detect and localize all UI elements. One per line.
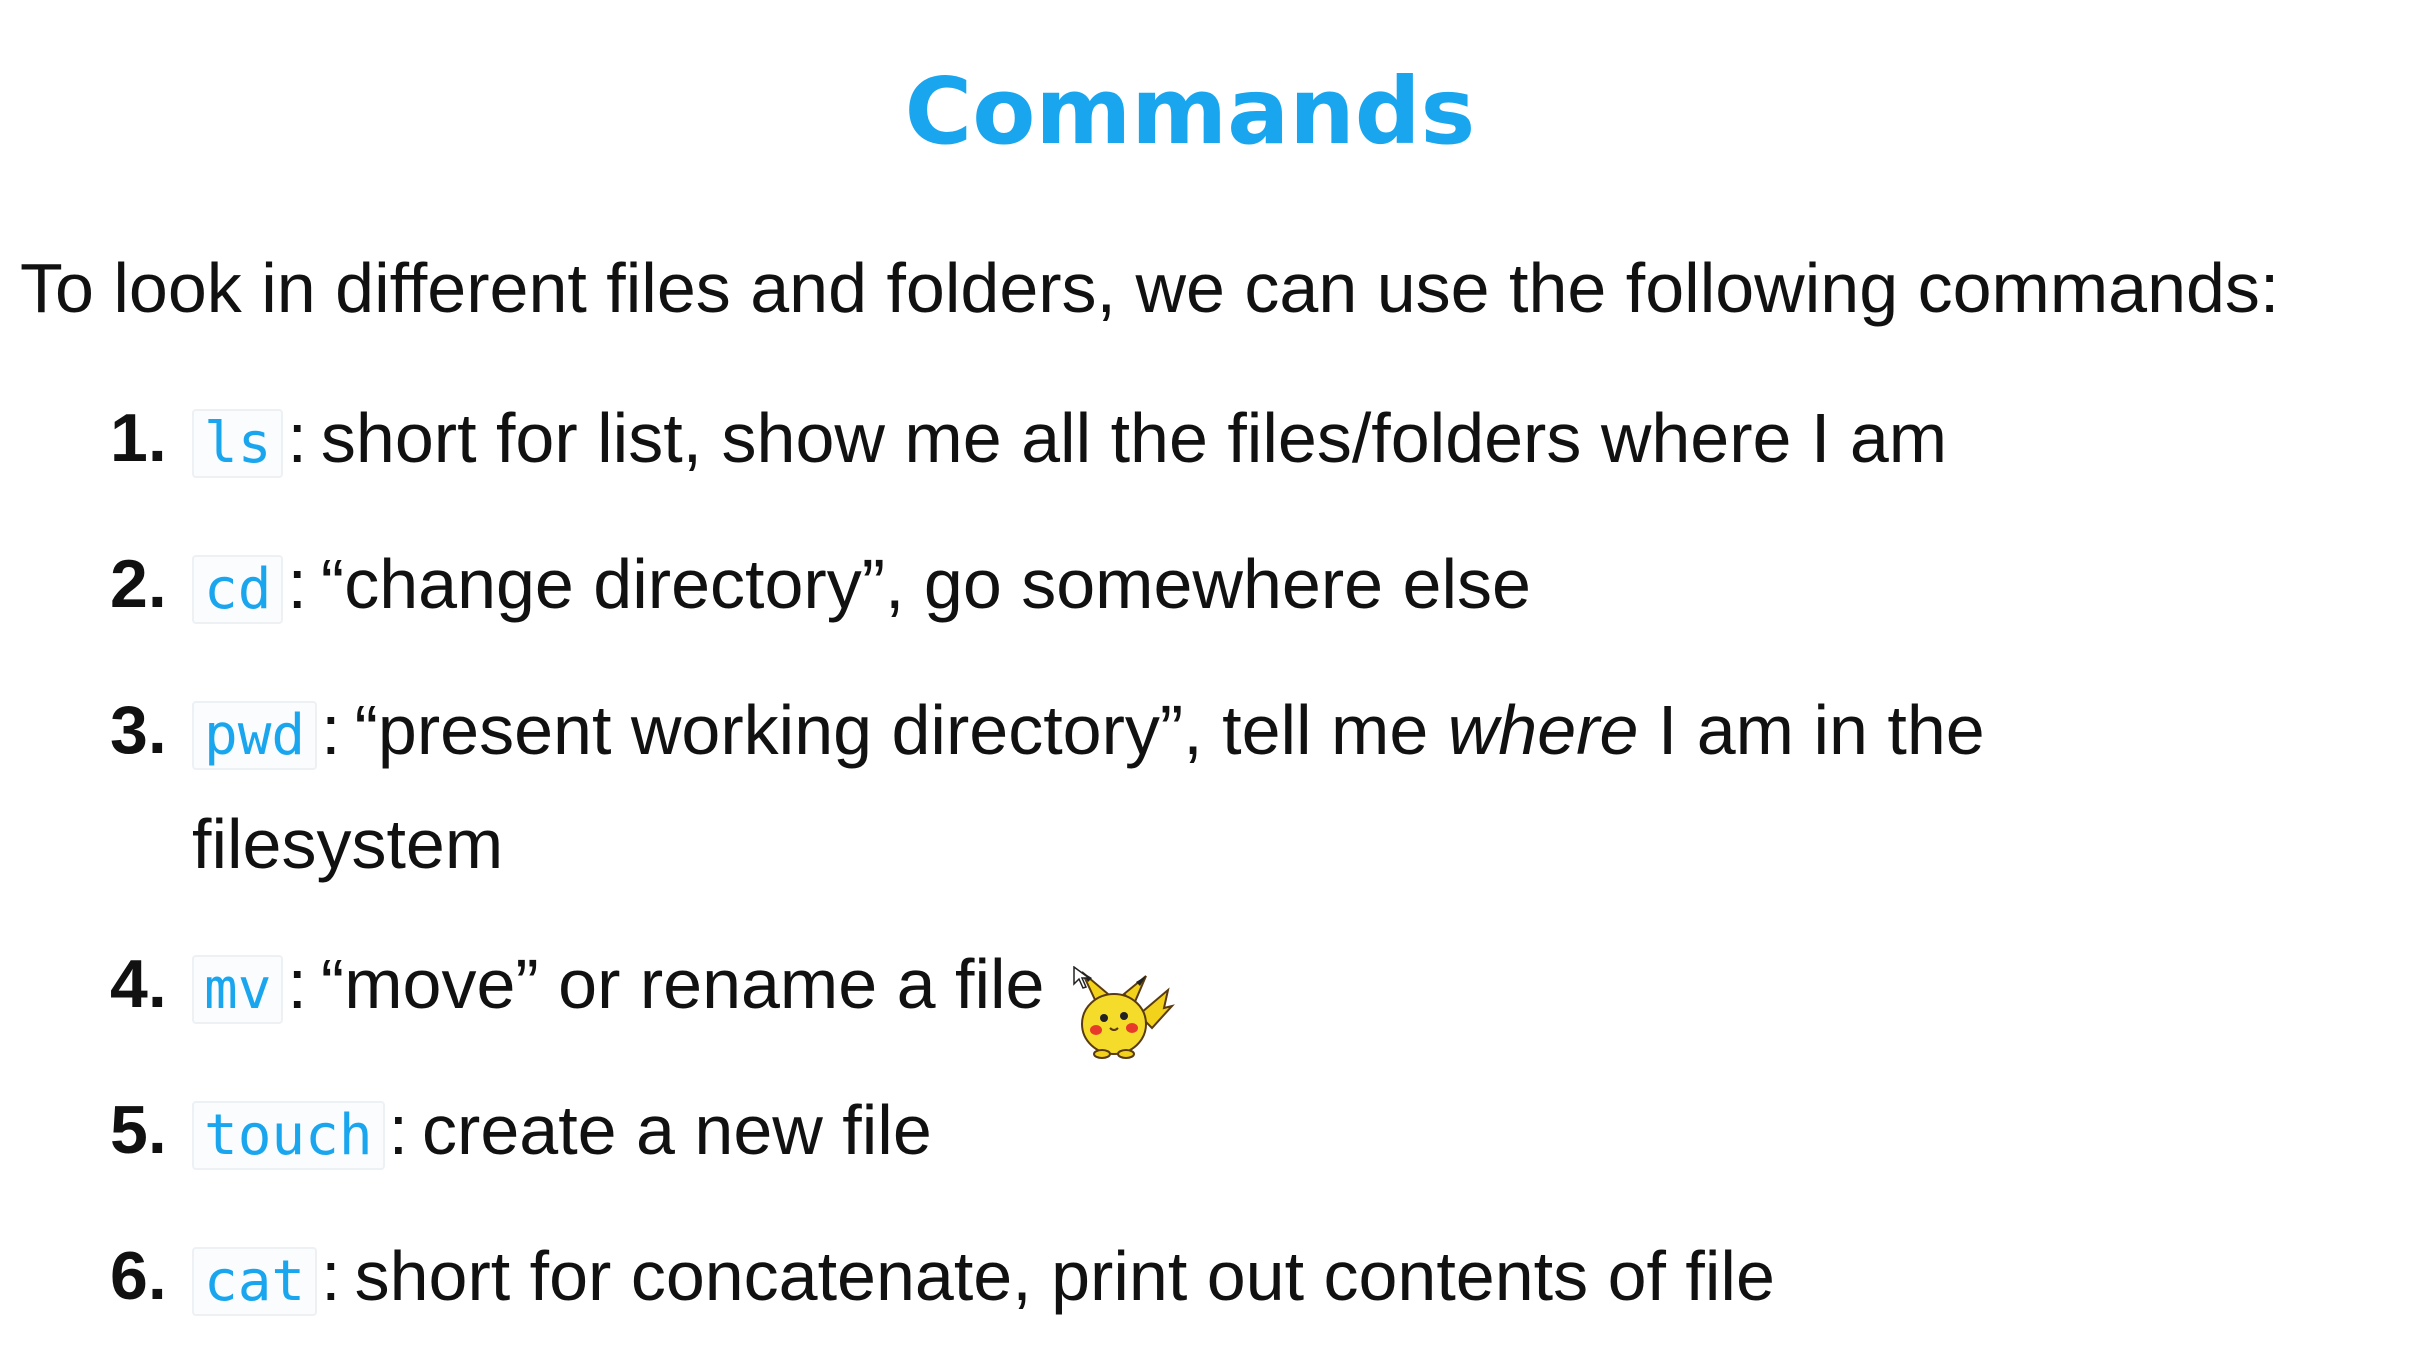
intro-text: To look in different files and folders, … xyxy=(20,249,2280,327)
command-list: 1. ls: short for list, show me all the fi… xyxy=(110,384,2360,1368)
inline-code: pwd xyxy=(192,701,318,770)
item-number: 5. xyxy=(110,1092,167,1168)
inline-code: cat xyxy=(192,1247,318,1316)
item-description: create a new file xyxy=(422,1091,932,1169)
list-item: 6. cat: short for concatenate, print out … xyxy=(110,1222,2360,1336)
item-description: “present working directory”, tell me whe… xyxy=(192,691,1985,883)
list-item: 3. pwd: “present working directory”, tell… xyxy=(110,676,2152,898)
desc-part: “present working directory”, tell me xyxy=(354,691,1448,769)
list-item: 5. touch: create a new file xyxy=(110,1076,2360,1190)
item-description: “move” or rename a file xyxy=(320,945,1045,1023)
item-number: 1. xyxy=(110,400,167,476)
item-description: short for concatenate, print out content… xyxy=(354,1237,1775,1315)
inline-code: cd xyxy=(192,555,284,624)
desc-emphasis: where xyxy=(1447,691,1639,769)
slide: Commands To look in different files and … xyxy=(0,0,2426,1327)
list-item: 2. cd: “change directory”, go somewhere e… xyxy=(110,530,2360,644)
page-title: Commands xyxy=(904,58,1476,165)
item-number: 6. xyxy=(110,1238,167,1314)
inline-code: ls xyxy=(192,409,284,478)
item-description: “change directory”, go somewhere else xyxy=(320,545,1531,623)
list-item: 4. mv: “move” or rename a file xyxy=(110,930,2360,1044)
item-description: short for list, show me all the files/fo… xyxy=(320,399,1948,477)
inline-code: mv xyxy=(192,955,284,1024)
inline-code: touch xyxy=(192,1101,385,1170)
list-item: 1. ls: short for list, show me all the fi… xyxy=(110,384,2360,498)
item-number: 4. xyxy=(110,946,167,1022)
item-number: 2. xyxy=(110,546,167,622)
item-number: 3. xyxy=(110,692,167,768)
pointer-arrow-icon xyxy=(1073,966,1092,989)
